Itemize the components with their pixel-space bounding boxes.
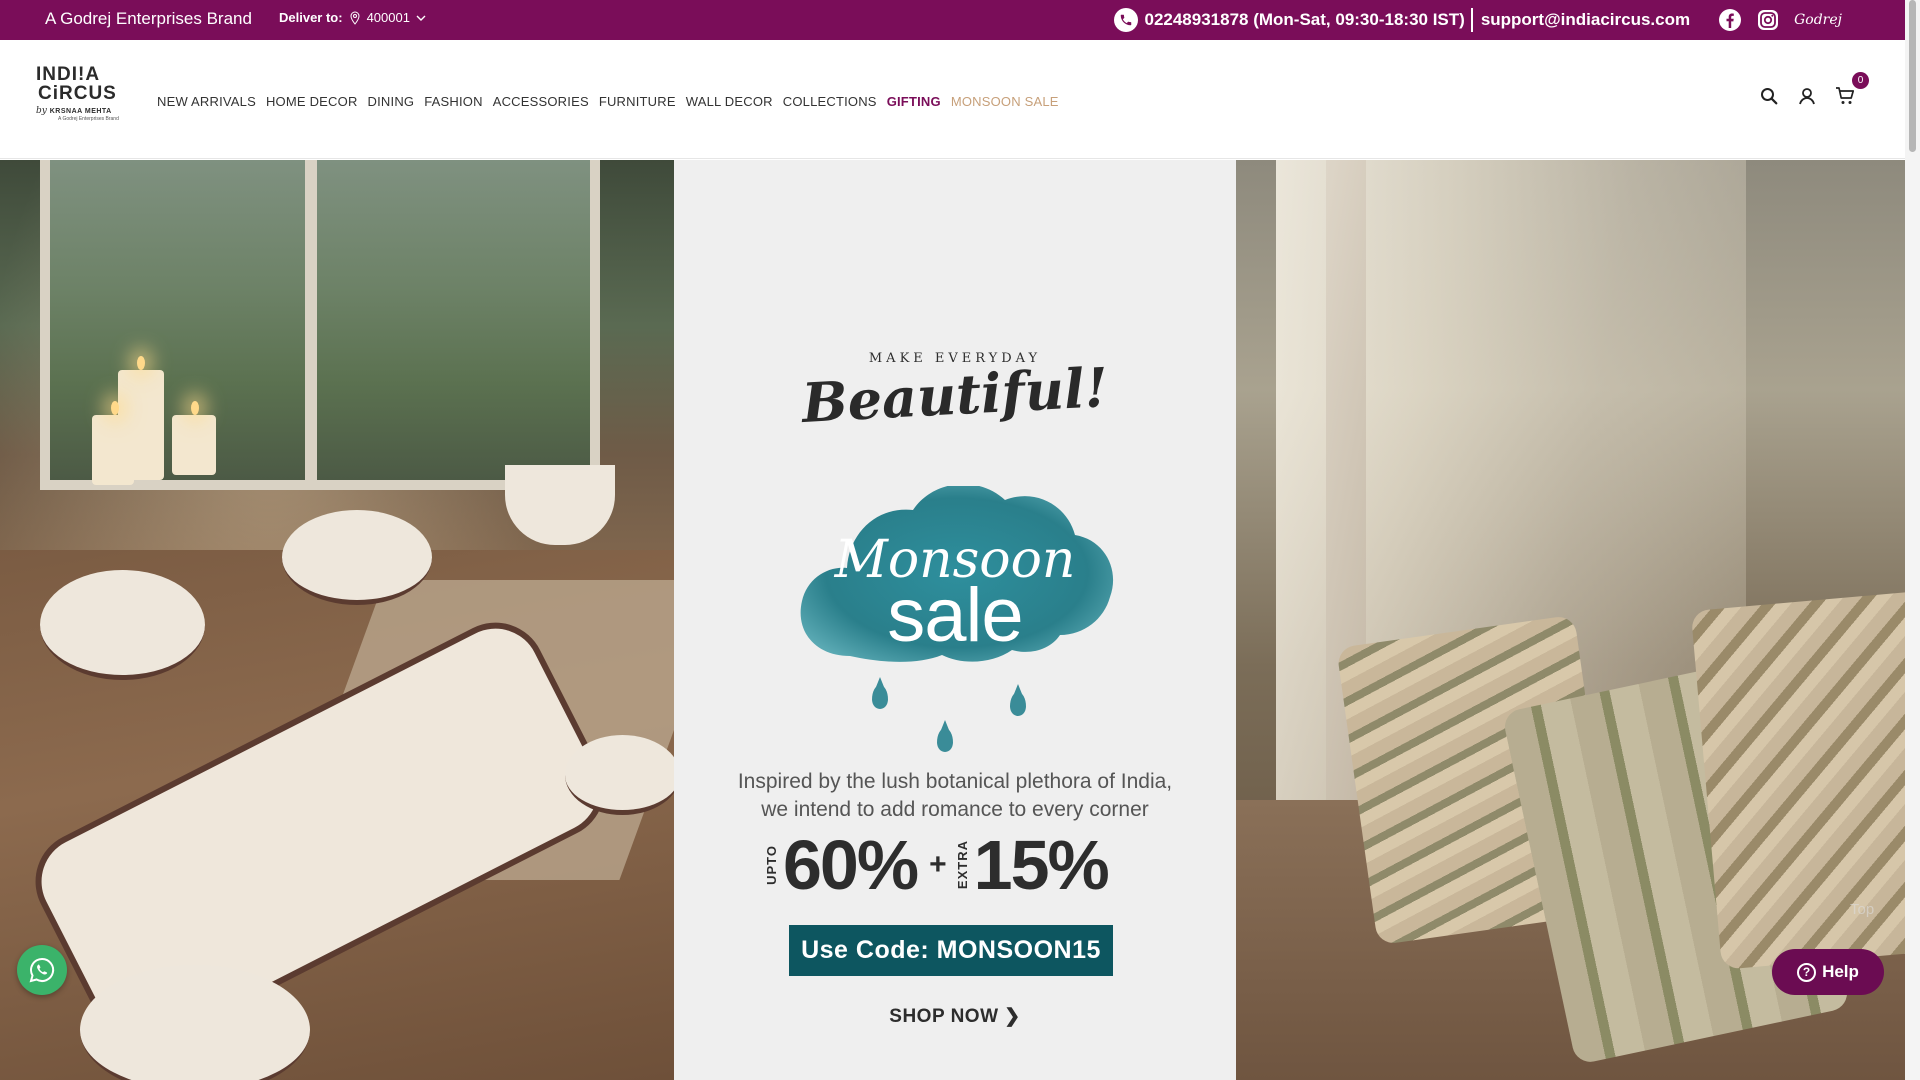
main-nav: NEW ARRIVALS HOME DECOR DINING FASHION A… [157, 94, 1069, 109]
fruit-bowl [282, 510, 432, 605]
page-scrollbar[interactable] [1905, 0, 1920, 1080]
header-actions: 0 [1759, 72, 1869, 106]
nav-monsoon-sale[interactable]: MONSOON SALE [951, 94, 1059, 109]
logo-maker: KRSNAA MEHTA [49, 108, 112, 115]
deliver-to-selector[interactable]: Deliver to: 400001 [279, 10, 426, 25]
nav-dining[interactable]: DINING [368, 94, 415, 109]
phone-icon [1114, 8, 1139, 32]
search-icon[interactable] [1759, 86, 1779, 106]
help-label: Help [1822, 962, 1859, 981]
deliver-label: Deliver to: [279, 10, 343, 25]
india-circus-logo[interactable]: INDI!A CiRCUS by KRSNAA MEHTA A Godrej E… [36, 64, 136, 130]
godrej-logo[interactable]: Godrej [1794, 12, 1842, 28]
nav-new-arrivals[interactable]: NEW ARRIVALS [157, 94, 256, 109]
chevron-down-icon [416, 15, 426, 21]
pincode: 400001 [366, 10, 410, 25]
user-icon[interactable] [1797, 86, 1817, 106]
question-icon: ? [1797, 962, 1817, 982]
nav-fashion[interactable]: FASHION [424, 94, 482, 109]
raindrop-icon [1010, 684, 1026, 716]
announcement-bar: A Godrej Enterprises Brand Deliver to: 4… [0, 0, 1920, 40]
brand-tagline: A Godrej Enterprises Brand [45, 9, 252, 28]
support-email[interactable]: support@indiacircus.com [1481, 10, 1690, 30]
cart-count-badge: 0 [1852, 72, 1869, 89]
nav-accessories[interactable]: ACCESSORIES [493, 94, 589, 109]
yogurt-bowl [40, 570, 205, 680]
candle [92, 401, 134, 485]
upto-label: UPTO [764, 845, 779, 885]
nav-collections[interactable]: COLLECTIONS [783, 94, 877, 109]
nav-home-decor[interactable]: HOME DECOR [266, 94, 358, 109]
instagram-icon[interactable] [1756, 8, 1780, 32]
sale-text: sale [887, 573, 1023, 658]
back-to-top-link[interactable]: Top [1850, 901, 1874, 918]
raindrop-icon [937, 720, 953, 752]
logo-line-2: CiRCUS [38, 83, 117, 104]
facebook-icon[interactable] [1718, 8, 1742, 32]
logo-by: by [36, 106, 47, 116]
tagline-line-2: we intend to add romance to every corner [761, 798, 1149, 821]
help-button[interactable]: ? Help [1772, 949, 1884, 995]
hero-left-photo-dining [0, 160, 729, 1080]
extra-label: EXTRA [954, 840, 970, 890]
coupon-code-box: Use Code: MONSOON15 [789, 925, 1113, 976]
discount-offer: UPTO 60% + EXTRA 15% [764, 826, 1110, 904]
logo-byline: by KRSNAA MEHTA [36, 106, 136, 116]
tagline-line-1: Inspired by the lush botanical plethora … [737, 770, 1173, 793]
whatsapp-icon[interactable] [17, 945, 67, 995]
location-pin-icon [350, 10, 360, 25]
cart-icon[interactable]: 0 [1835, 72, 1869, 106]
hero-right-photo-cushions [1236, 160, 1905, 1080]
extra-discount-value: 15% [973, 826, 1110, 904]
phone-number[interactable]: 02248931878 (Mon-Sat, 09:30-18:30 IST) [1144, 10, 1470, 30]
topbar-divider [1470, 8, 1473, 32]
logo-tag: A Godrej Enterprises Brand [58, 116, 119, 122]
nav-wall-decor[interactable]: WALL DECOR [686, 94, 773, 109]
promo-tagline: Inspired by the lush botanical plethora … [674, 768, 1236, 824]
candle [172, 401, 216, 475]
hero-banner[interactable]: MAKE EVERYDAY Beautiful! Monsoon sale In… [0, 160, 1905, 1080]
nav-gifting[interactable]: GIFTING [887, 94, 941, 109]
teacup [505, 465, 615, 545]
jam-bowl [565, 735, 680, 815]
site-header: INDI!A CiRCUS by KRSNAA MEHTA A Godrej E… [0, 40, 1905, 159]
scrollbar-thumb[interactable] [1909, 0, 1916, 152]
shop-now-button[interactable]: SHOP NOW ❯ [674, 1005, 1236, 1028]
promo-panel: MAKE EVERYDAY Beautiful! Monsoon sale In… [674, 160, 1236, 1080]
discount-value: 60% [783, 826, 919, 904]
nav-furniture[interactable]: FURNITURE [599, 94, 676, 109]
plus-sign: + [929, 848, 947, 881]
logo-line-1: INDI!A [36, 64, 101, 85]
raindrop-icon [872, 677, 888, 709]
